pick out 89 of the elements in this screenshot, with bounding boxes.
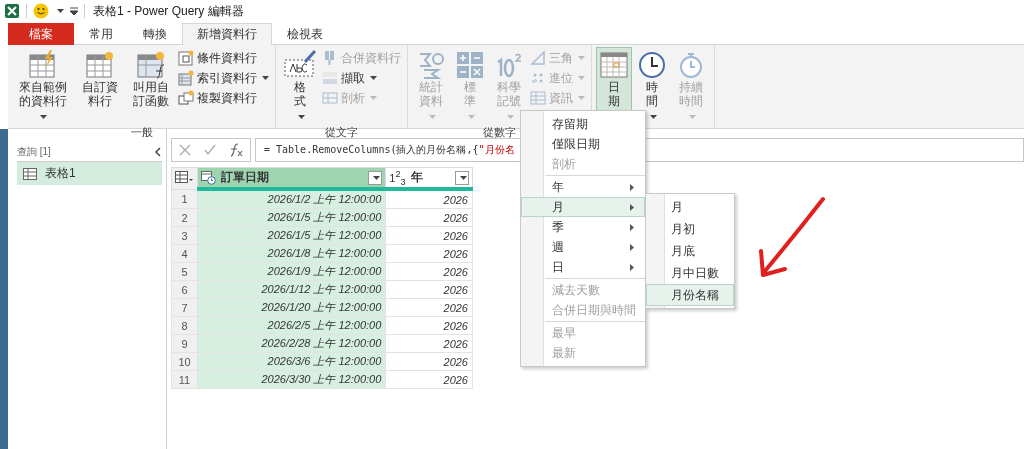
ribbon-tab[interactable]: 常用	[74, 23, 128, 45]
ribbon-button[interactable]: 叫用自訂函數	[126, 47, 176, 125]
ribbon-button[interactable]: 索引資料行	[178, 69, 271, 87]
ribbon-button[interactable]: 擷取	[322, 69, 403, 87]
column-header[interactable]: 1$^{2}$$_{3}$ 年	[385, 167, 473, 189]
info-grid-icon	[530, 90, 546, 106]
ribbon-tab[interactable]: 檢視表	[272, 23, 338, 45]
submenu-arrow-icon	[630, 223, 634, 231]
table-sparkle-icon	[84, 50, 115, 80]
ribbon-button[interactable]: 自訂資料行	[75, 47, 125, 125]
caret-icon	[578, 76, 585, 80]
caret-icon	[428, 115, 436, 119]
group-label: 一般	[130, 126, 153, 138]
smiley-icon[interactable]	[33, 3, 49, 19]
table-cell: 2026	[385, 352, 473, 371]
arithmetic-grid-icon	[455, 50, 485, 80]
submenu-arrow-icon	[630, 183, 634, 191]
group-label: 從文字	[325, 126, 358, 138]
caret-icon	[40, 115, 47, 119]
function-icon[interactable]	[228, 143, 245, 157]
menu-item[interactable]: 月	[646, 196, 734, 218]
caret-icon	[297, 115, 305, 119]
submenu-arrow-icon	[630, 203, 634, 211]
text-format-icon	[283, 50, 317, 80]
table-function-icon	[136, 50, 167, 80]
query-item[interactable]: 表格1	[17, 162, 162, 185]
menu-item[interactable]: 月底	[646, 240, 734, 262]
index-column-icon	[178, 70, 194, 86]
ribbon-button[interactable]: 格式	[280, 47, 320, 125]
menu-item[interactable]: 月份名稱	[646, 284, 734, 306]
caret-icon	[459, 175, 467, 180]
caret-icon	[370, 96, 377, 100]
table-lightning-icon	[27, 50, 58, 80]
ribbon-tab[interactable]: 轉換	[128, 23, 182, 45]
table-cell: 2026	[385, 226, 473, 245]
table-cell: 2026	[385, 189, 473, 209]
ribbon-tab[interactable]: 檔案	[8, 23, 74, 45]
calendar-icon	[599, 50, 629, 80]
caret-icon	[578, 56, 585, 60]
extract-icon	[322, 70, 338, 86]
filter-button[interactable]	[455, 170, 469, 185]
group-label: 從數字	[483, 126, 516, 138]
ribbon-button[interactable]: 條件資料行	[178, 49, 271, 67]
table-cell: 2026	[385, 316, 473, 335]
table-cell: 2026	[385, 334, 473, 353]
window-title: 表格1 - Power Query 編輯器	[93, 2, 244, 20]
table-cell: 2026	[385, 262, 473, 281]
excel-icon	[4, 3, 20, 19]
caret-icon	[262, 76, 269, 80]
filter-button[interactable]	[368, 170, 383, 185]
caret-icon	[688, 115, 696, 119]
table-cell: 2026	[385, 298, 473, 317]
ribbon-tab[interactable]: 新增資料行	[182, 23, 272, 45]
check-icon[interactable]	[203, 143, 217, 157]
triangle-icon	[530, 50, 546, 66]
column-header[interactable]: 訂單日期	[197, 167, 386, 189]
menu-item[interactable]: 月中日數	[646, 262, 734, 284]
menu-item[interactable]: 週	[521, 237, 645, 257]
customize-icon[interactable]	[70, 7, 78, 15]
conditional-column-icon	[178, 50, 194, 66]
duplicate-column-icon	[178, 90, 194, 106]
menu-item[interactable]: 季	[521, 217, 645, 237]
table-menu-icon[interactable]	[175, 171, 193, 184]
caret-icon	[649, 115, 657, 119]
ribbon-button[interactable]: 來自範例的資料行	[12, 47, 73, 125]
caret-icon	[467, 115, 475, 119]
row-number: 1	[171, 189, 198, 209]
caret-icon	[372, 175, 380, 180]
pane-header: 查詢 [1]	[17, 145, 51, 159]
ribbon-button[interactable]: 複製資料行	[178, 89, 271, 107]
table-icon	[23, 167, 37, 180]
submenu-arrow-icon	[630, 243, 634, 251]
collapse-icon[interactable]	[154, 147, 162, 157]
menu-item[interactable]: 年	[521, 177, 645, 197]
table-cell: 2026	[385, 244, 473, 263]
caret-icon	[578, 96, 585, 100]
parse-icon	[322, 90, 338, 106]
caret-icon	[370, 76, 377, 80]
menu-item[interactable]: 日	[521, 257, 645, 277]
submenu-arrow-icon	[630, 263, 634, 271]
clock-icon	[637, 50, 667, 80]
menu-item[interactable]: 月初	[646, 218, 734, 240]
menu-item[interactable]: 月	[521, 197, 645, 217]
caret-icon	[506, 115, 514, 119]
caret-icon	[57, 9, 64, 13]
table-cell: 2026	[385, 208, 473, 227]
datetime-type-icon[interactable]	[201, 170, 216, 185]
table-cell: 2026	[385, 280, 473, 299]
table-cell: 2026	[385, 370, 473, 389]
